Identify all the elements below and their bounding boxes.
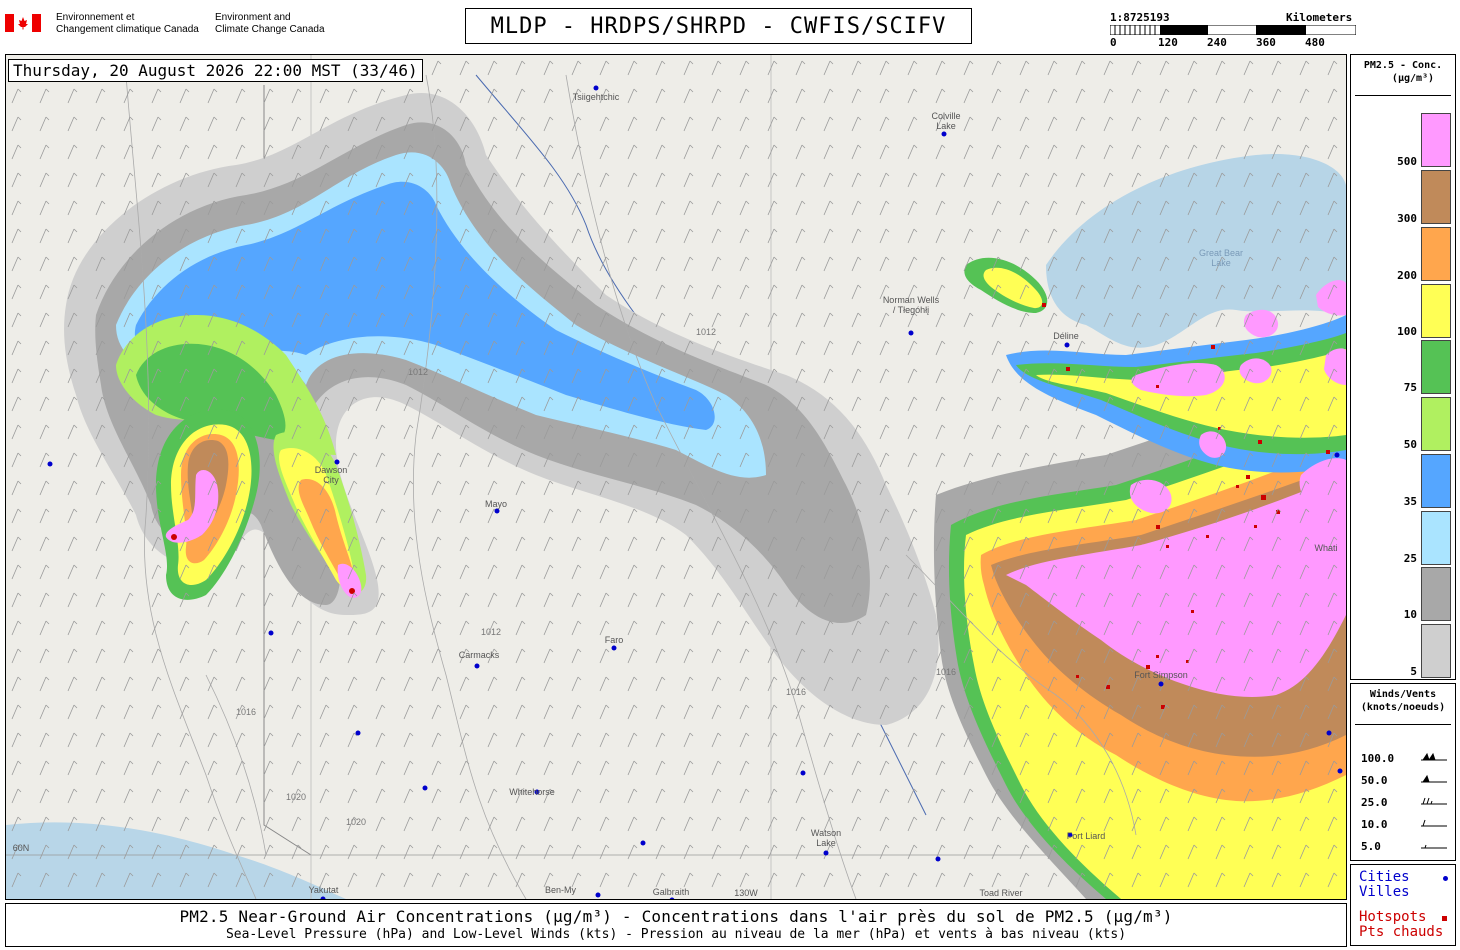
city-label: Norman Wells / Tłegóhłį bbox=[882, 295, 940, 315]
city-label: Déline bbox=[1053, 331, 1079, 341]
cities-label-en: Cities bbox=[1359, 869, 1410, 885]
pm25-legend-title: PM2.5 - Conc. (µg/m³) bbox=[1351, 59, 1455, 85]
city-label: Galbraith bbox=[652, 887, 690, 897]
parallel-label: 60N bbox=[12, 843, 30, 853]
pm25-legend: PM2.5 - Conc. (µg/m³) 500 300 200 100 75… bbox=[1350, 54, 1456, 680]
legend-swatch bbox=[1421, 624, 1451, 678]
legend-swatch-label: 100 bbox=[1397, 325, 1417, 338]
legend-swatch-label: 50 bbox=[1403, 438, 1417, 451]
canada-flag-icon bbox=[5, 14, 41, 32]
meridian-label: 130W bbox=[734, 888, 758, 898]
map-caption: PM2.5 Near-Ground Air Concentrations (µg… bbox=[5, 903, 1347, 947]
wind-legend-title: Winds/Vents (knots/noeuds) bbox=[1351, 688, 1455, 714]
legend-swatch-label: 10 bbox=[1403, 608, 1417, 621]
city-label: Toad River bbox=[979, 888, 1023, 898]
hotspots-label-fr: Pts chauds bbox=[1359, 924, 1444, 940]
cities-label-fr: Villes bbox=[1359, 884, 1410, 900]
hotspot-square-icon bbox=[1442, 916, 1447, 921]
city-label: Tsiigehtchic bbox=[572, 92, 620, 102]
agency-fr-line2: Changement climatique Canada bbox=[56, 24, 199, 35]
scale-units: Kilometers bbox=[1286, 11, 1353, 24]
map-panel[interactable]: 1012 1012 1012 1016 1016 1016 1020 1020 bbox=[5, 54, 1347, 900]
city-label: Whitehorse bbox=[509, 787, 555, 797]
caption-line2: Sea-Level Pressure (hPa) and Low-Level W… bbox=[225, 927, 1127, 942]
caption-line1: PM2.5 Near-Ground Air Concentrations (µg… bbox=[179, 907, 1173, 926]
pm25-legend-title-line1: PM2.5 - Conc. bbox=[1363, 60, 1443, 71]
hotspots-label-en: Hotspots bbox=[1359, 909, 1427, 925]
wind-legend-title-line2: (knots/noeuds) bbox=[1360, 702, 1446, 713]
wind-barb-icons bbox=[1421, 752, 1447, 849]
wind-legend-value: 5.0 bbox=[1361, 840, 1381, 853]
hotspots-legend-label: Hotspots Pts chauds bbox=[1359, 910, 1443, 940]
wind-legend-value: 100.0 bbox=[1361, 752, 1395, 765]
scale-bar bbox=[1110, 25, 1356, 35]
pm25-legend-title-line2: (µg/m³) bbox=[1391, 73, 1435, 84]
scale-tick: 0 bbox=[1110, 36, 1117, 49]
legend-swatch-label: 5 bbox=[1410, 665, 1417, 678]
city-label: Watson Lake bbox=[810, 828, 842, 848]
agency-fr-line1: Environnement et bbox=[56, 12, 135, 23]
legend-swatch-label: 200 bbox=[1397, 269, 1417, 282]
city-label: Faro bbox=[604, 635, 624, 645]
legend-swatch bbox=[1421, 170, 1451, 224]
scale-tick: 240 bbox=[1207, 36, 1227, 49]
agency-name-en: Environment and Climate Change Canada bbox=[215, 12, 325, 36]
city-label: Fort Liard bbox=[1066, 831, 1106, 841]
legend-swatch bbox=[1421, 284, 1451, 338]
scale-tick: 360 bbox=[1256, 36, 1276, 49]
wind-barbs-layer bbox=[6, 55, 1346, 899]
lake-label: Great Bear Lake bbox=[1198, 248, 1244, 268]
legend-swatch bbox=[1421, 567, 1451, 621]
legend-swatch-label: 35 bbox=[1403, 495, 1417, 508]
legend-divider bbox=[1355, 95, 1451, 96]
agency-name-fr: Environnement et Changement climatique C… bbox=[56, 12, 199, 36]
legend-swatch bbox=[1421, 454, 1451, 508]
legend-swatch-label: 300 bbox=[1397, 212, 1417, 225]
map-canvas[interactable]: 1012 1012 1012 1016 1016 1016 1020 1020 bbox=[6, 55, 1346, 899]
agency-en-line1: Environment and bbox=[215, 12, 291, 23]
points-legend: Cities Villes Hotspots Pts chauds bbox=[1350, 864, 1456, 946]
wind-legend-value: 10.0 bbox=[1361, 818, 1388, 831]
wind-legend: Winds/Vents (knots/noeuds) 100.0 50.0 25… bbox=[1350, 683, 1456, 861]
cities-legend-label: Cities Villes bbox=[1359, 870, 1410, 900]
legend-swatch bbox=[1421, 227, 1451, 281]
legend-divider bbox=[1355, 724, 1451, 725]
forecast-timestamp: Thursday, 20 August 2026 22:00 MST (33/4… bbox=[8, 59, 423, 82]
scale-ratio: 1:8725193 bbox=[1110, 11, 1170, 24]
legend-swatch-label: 75 bbox=[1403, 381, 1417, 394]
city-label: Yakutat bbox=[308, 885, 339, 895]
city-label: Ben-My bbox=[544, 885, 576, 895]
scale-tick: 120 bbox=[1158, 36, 1178, 49]
city-dot-icon bbox=[1443, 876, 1448, 881]
product-title: MLDP - HRDPS/SHRPD - CWFIS/SCIFV bbox=[465, 8, 972, 44]
city-label: Carmacks bbox=[458, 650, 500, 660]
wind-legend-value: 25.0 bbox=[1361, 796, 1388, 809]
legend-swatch-label: 500 bbox=[1397, 155, 1417, 168]
city-label: Dawson City bbox=[314, 465, 348, 485]
legend-swatch bbox=[1421, 511, 1451, 565]
legend-swatch bbox=[1421, 113, 1451, 167]
city-label: Whati bbox=[1314, 543, 1338, 553]
wind-legend-value: 50.0 bbox=[1361, 774, 1388, 787]
wind-legend-title-line1: Winds/Vents bbox=[1369, 689, 1437, 700]
legend-swatch-label: 25 bbox=[1403, 552, 1417, 565]
city-label: Mayo bbox=[484, 499, 507, 509]
city-label: Colville Lake bbox=[931, 111, 961, 131]
legend-swatch bbox=[1421, 397, 1451, 451]
header: Environnement et Changement climatique C… bbox=[0, 0, 1460, 50]
scale-tick: 480 bbox=[1305, 36, 1325, 49]
agency-en-line2: Climate Change Canada bbox=[215, 24, 325, 35]
city-label: Fort Simpson bbox=[1134, 670, 1188, 680]
legend-swatch bbox=[1421, 340, 1451, 394]
